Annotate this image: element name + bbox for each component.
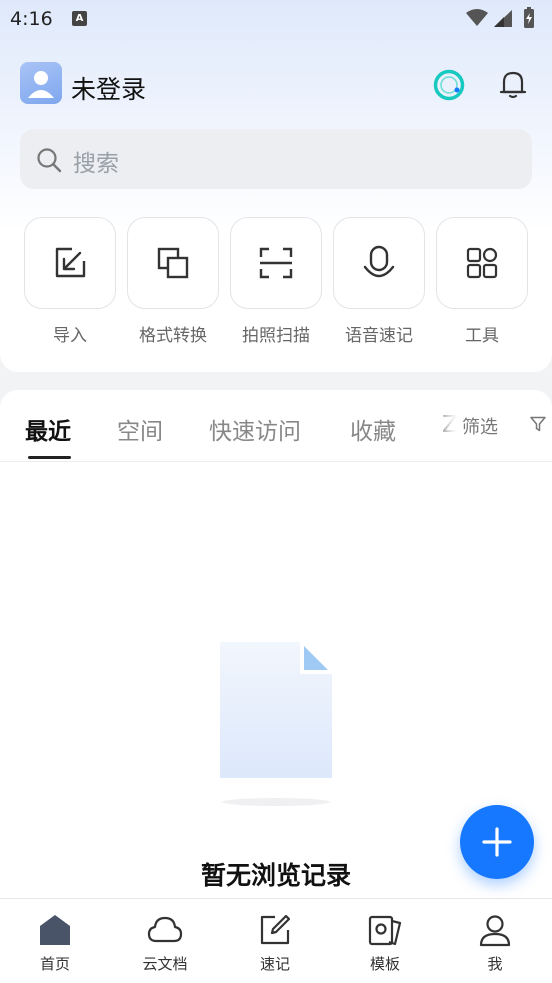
nav-cloud-docs[interactable]: 云文档 (110, 913, 220, 974)
import-icon (55, 247, 86, 278)
search-placeholder: 搜索 (73, 151, 119, 177)
quick-action-tools[interactable]: 工具 (436, 217, 528, 346)
cloud-icon (147, 916, 183, 943)
bell-icon[interactable] (496, 67, 530, 101)
quick-actions: 导入 格式转换 拍照扫描 语音速记 工具 (24, 217, 528, 347)
tab-bar: 最近 空间 快速访问 收藏 Z 筛选 (0, 390, 552, 462)
home-icon (40, 915, 70, 945)
search-icon (37, 148, 62, 173)
grid-tools-icon (466, 247, 498, 279)
filter-button[interactable]: 筛选 (460, 404, 552, 448)
active-tab-indicator (28, 456, 71, 459)
notification-badge-icon: A (72, 11, 87, 26)
tab-space[interactable]: 空间 (117, 412, 163, 446)
funnel-icon (530, 416, 546, 432)
bottom-nav: 首页 云文档 速记 模板 我 (0, 898, 552, 983)
tab-quick-access[interactable]: 快速访问 (209, 412, 301, 446)
tab-recent[interactable]: 最近 (25, 412, 71, 446)
search-bar[interactable]: 搜索 (20, 129, 532, 189)
status-bar: 4:16 A (0, 0, 552, 38)
nav-me[interactable]: 我 (440, 913, 550, 974)
quick-action-scan[interactable]: 拍照扫描 (230, 217, 322, 346)
quick-action-format-convert[interactable]: 格式转换 (127, 217, 219, 346)
nav-templates[interactable]: 模板 (330, 913, 440, 974)
header: 未登录 (20, 62, 532, 106)
tab-favorites[interactable]: 收藏 (350, 412, 396, 446)
nav-quick-note[interactable]: 速记 (220, 913, 330, 974)
empty-document-icon (220, 642, 332, 806)
status-icons (466, 7, 534, 28)
microphone-icon (363, 245, 395, 278)
scan-icon (259, 247, 293, 279)
avatar[interactable] (20, 62, 62, 104)
status-time: 4:16 (10, 8, 53, 30)
quick-action-import[interactable]: 导入 (24, 217, 116, 346)
avatar-person-icon (28, 71, 54, 98)
note-edit-icon (260, 914, 291, 945)
create-fab-button[interactable] (460, 805, 534, 879)
wifi-icon (466, 9, 488, 26)
ai-assistant-icon[interactable] (432, 68, 466, 102)
login-status-label[interactable]: 未登录 (71, 70, 146, 106)
quick-action-voice-note[interactable]: 语音速记 (333, 217, 425, 346)
person-icon (479, 915, 511, 947)
filter-label: 筛选 (462, 417, 498, 438)
top-section: 4:16 A 未登录 搜索 导入 格式转换 拍照扫描 语音速记 工具 (0, 0, 552, 372)
tab-more[interactable]: Z (442, 412, 458, 438)
template-icon (368, 915, 402, 946)
plus-icon (482, 827, 512, 857)
nav-home[interactable]: 首页 (0, 913, 110, 974)
format-convert-icon (157, 247, 189, 279)
